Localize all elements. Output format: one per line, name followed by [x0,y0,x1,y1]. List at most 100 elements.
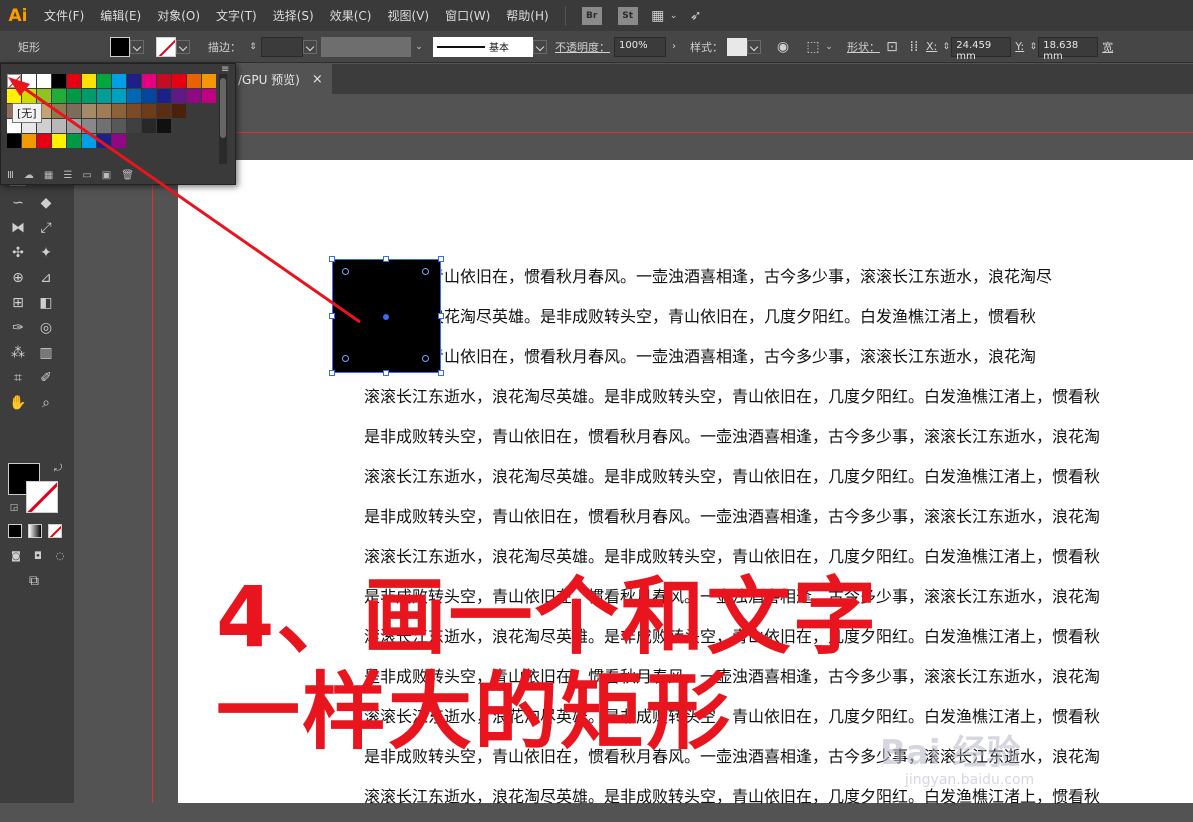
blend-tool-icon[interactable]: ◎ [38,320,54,336]
chevron-down-icon[interactable]: ⌄ [821,39,837,55]
menu-select[interactable]: 选择(S) [265,7,322,24]
color-swatch[interactable] [67,74,81,88]
x-input[interactable]: 24.459 mm [951,36,1012,62]
draw-normal-icon[interactable]: ◙ [8,548,24,564]
fill-swatch[interactable] [110,36,130,57]
new-swatch-icon[interactable]: ▣ [102,170,111,181]
color-swatch[interactable] [97,74,111,88]
vertical-guide[interactable] [152,94,153,803]
y-input[interactable]: 18.638 mm [1038,36,1099,62]
color-swatch[interactable] [172,89,186,103]
color-swatch[interactable] [187,89,201,103]
color-swatch[interactable] [157,74,171,88]
color-swatch[interactable] [52,74,66,88]
transform-icon[interactable]: ⊡ [884,39,900,55]
color-swatch[interactable] [82,89,96,103]
resize-handle[interactable] [383,370,389,376]
color-swatch[interactable] [82,119,96,133]
brush-definition[interactable]: 基本 [433,36,533,57]
stroke-swatch[interactable] [156,36,176,57]
color-swatch[interactable] [112,134,126,148]
color-swatch[interactable] [67,134,81,148]
none-swatch[interactable] [7,74,21,88]
color-swatch[interactable] [127,119,141,133]
color-swatch[interactable] [67,89,81,103]
reference-point-icon[interactable]: ⁞⁞ [906,39,922,55]
color-swatch[interactable] [157,119,171,133]
color-swatch[interactable] [7,89,21,103]
document-tab[interactable]: /GPU 预览) × [236,64,332,94]
stroke-weight-dropdown[interactable] [303,39,317,54]
menu-object[interactable]: 对象(O) [149,7,208,24]
corner-widget[interactable] [422,355,429,362]
shaper-tool-icon[interactable]: ∽ [10,195,26,211]
color-swatch[interactable] [187,74,201,88]
gpu-rocket-icon[interactable]: ➶ [688,8,704,24]
color-swatch[interactable] [127,89,141,103]
color-swatch[interactable] [37,74,51,88]
stroke-color-box[interactable] [26,481,58,513]
draw-behind-icon[interactable]: ◘ [30,548,46,564]
symbol-sprayer-tool-icon[interactable]: ⁂ [10,345,26,361]
show-kinds-icon[interactable]: ▦ [44,170,53,181]
bridge-button[interactable]: Br [581,6,602,25]
color-swatch[interactable] [142,74,156,88]
color-swatch[interactable] [67,119,81,133]
menu-window[interactable]: 窗口(W) [437,7,498,24]
gradient-tool-icon[interactable]: ◧ [38,295,54,311]
swatch-library-icon[interactable]: Ⅲ [7,170,14,181]
color-swatch[interactable] [127,104,141,118]
color-swatch[interactable] [112,104,126,118]
color-swatch[interactable] [97,134,111,148]
color-swatch[interactable] [157,89,171,103]
graphic-style-swatch[interactable] [727,37,747,56]
color-swatch[interactable] [157,104,171,118]
color-swatch[interactable] [82,74,96,88]
color-swatch[interactable] [37,134,51,148]
puppet-warp-tool-icon[interactable]: ✣ [10,245,26,261]
eraser-tool-icon[interactable]: ◆ [38,195,54,211]
graph-tool-icon[interactable]: ▥ [38,345,54,361]
scrollbar-thumb[interactable] [220,78,226,138]
variable-width-profile[interactable] [321,36,411,57]
align-icon[interactable]: ⬚ [805,39,821,55]
resize-handle[interactable] [438,370,444,376]
color-swatch[interactable] [112,119,126,133]
scale-tool-icon[interactable]: ⤢ [38,220,54,236]
menu-edit[interactable]: 编辑(E) [92,7,149,24]
color-swatch[interactable] [202,89,216,103]
color-swatch[interactable] [127,74,141,88]
stroke-dropdown[interactable] [176,39,190,54]
color-swatch[interactable] [97,104,111,118]
default-colors-icon[interactable]: ◲ [6,500,22,516]
y-stepper-icon[interactable]: ⇕ [1028,39,1038,55]
resize-handle[interactable] [329,313,335,319]
menu-view[interactable]: 视图(V) [379,7,437,24]
swatch-scrollbar[interactable] [219,74,227,164]
chevron-down-icon[interactable]: ⌄ [666,8,682,24]
corner-widget[interactable] [342,268,349,275]
color-swatch[interactable] [142,89,156,103]
close-icon[interactable]: × [312,72,323,87]
stroke-weight-input[interactable] [261,36,303,57]
menu-file[interactable]: 文件(F) [36,7,92,24]
x-stepper-icon[interactable]: ⇕ [941,39,951,55]
color-swatch[interactable] [52,119,66,133]
draw-inside-icon[interactable]: ◌ [52,548,68,564]
stock-button[interactable]: St [617,6,638,25]
screen-mode-icon[interactable]: ⧉ [26,573,42,589]
color-swatch[interactable] [7,134,21,148]
chevron-right-icon[interactable]: › [666,39,682,55]
mesh-tool-icon[interactable]: ⊞ [10,295,26,311]
color-swatch[interactable] [97,89,111,103]
fill-dropdown[interactable] [130,39,144,54]
swatch-options-icon[interactable]: ☰ [63,170,72,181]
add-to-library-icon[interactable]: ☁ [24,170,34,181]
color-swatch[interactable] [172,104,186,118]
reflect-tool-icon[interactable]: ⧓ [10,220,26,236]
horizontal-guide[interactable] [236,132,1193,133]
color-swatch[interactable] [67,104,81,118]
resize-handle[interactable] [438,313,444,319]
color-swatch[interactable] [172,74,186,88]
new-group-icon[interactable]: ▭ [82,170,91,181]
